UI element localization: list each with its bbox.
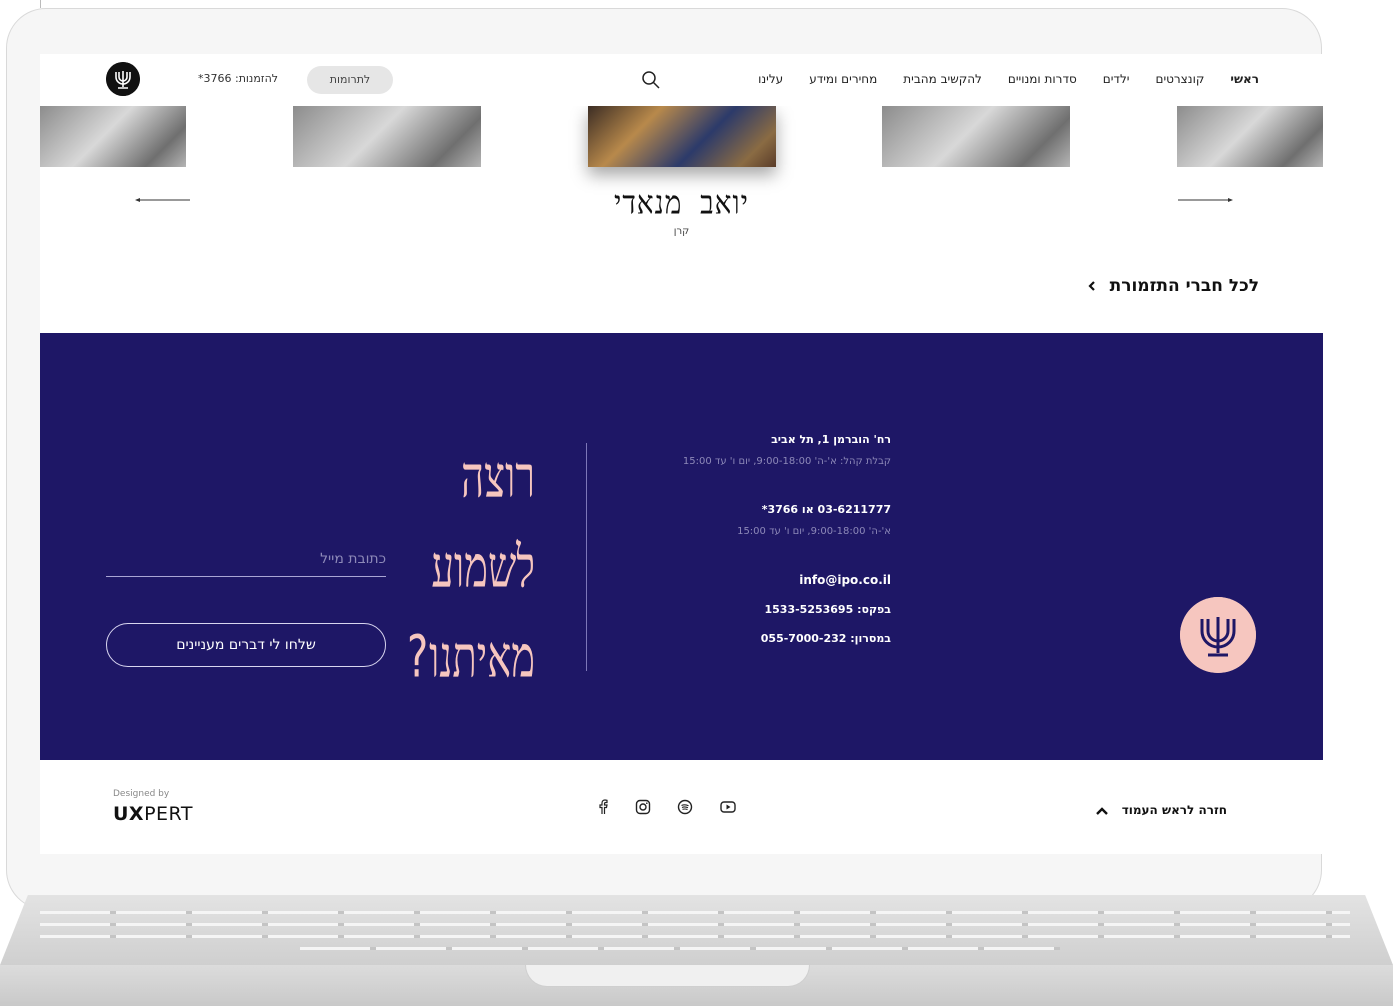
keyboard-keys <box>40 905 1350 955</box>
musician-photo[interactable] <box>293 106 481 167</box>
laptop-keyboard <box>0 895 1393 1006</box>
uxpert-logo[interactable]: UXPERT <box>113 803 193 825</box>
chevron-up-icon <box>1095 806 1108 815</box>
nav-item-kids[interactable]: ילדים <box>1103 72 1130 86</box>
divider <box>586 443 587 671</box>
footer-contact-band: אנחנו כאן כדי להקשיב רח' הוברמן 1, תל אב… <box>40 333 1323 760</box>
nav-item-prices[interactable]: מחירים ומידע <box>809 72 877 86</box>
all-members-label: לכל חברי התזמורת <box>1109 276 1259 296</box>
uxpert-logo-bold: UX <box>113 803 145 825</box>
all-members-link[interactable]: לכל חברי התזמורת <box>1086 276 1259 296</box>
key-row <box>40 911 1350 914</box>
subscribe-button[interactable]: שלחו לי דברים מעניינים <box>106 623 386 667</box>
contact-info: רח' הוברמן 1, תל אביב קבלת קהל: א'-ה' 9:… <box>683 433 891 645</box>
address: רח' הוברמן 1, תל אביב <box>771 433 891 446</box>
menorah-logo-icon[interactable] <box>106 62 140 96</box>
headline-line-2: להקשיב <box>985 403 1002 414</box>
musician-photo[interactable] <box>1177 106 1323 167</box>
newsletter-heading-line: לשמוע <box>431 534 535 602</box>
musician-photo[interactable] <box>40 106 186 167</box>
designed-by-label: Designed by <box>113 789 170 799</box>
donate-button[interactable]: לתרומות <box>307 66 393 94</box>
laptop-mockup: ראשי קונצרטים ילדים סדרות ומנויים להקשיב… <box>0 0 1393 1006</box>
laptop-notch <box>525 965 810 987</box>
musician-photo[interactable] <box>882 106 1070 167</box>
svg-text:להקשיב: להקשיב <box>985 403 1002 414</box>
chevron-left-icon <box>1088 281 1095 291</box>
website-screen: ראשי קונצרטים ילדים סדרות ומנויים להקשיב… <box>40 54 1323 854</box>
musician-name: יואב מנאדי <box>614 183 749 222</box>
main-nav: ראשי קונצרטים ילדים סדרות ומנויים להקשיב… <box>40 54 1323 106</box>
svg-text:אנחנו כאן כדי: אנחנו כאן כדי <box>985 403 999 414</box>
phone-hours: א'-ה' 9:00-18:00, יום ו' עד 15:00 <box>737 526 891 537</box>
nav-item-concerts[interactable]: קונצרטים <box>1155 72 1204 86</box>
musician-instrument: קרן <box>673 226 690 237</box>
youtube-icon[interactable] <box>720 799 736 815</box>
phone[interactable]: 03-6211777 או 3766* <box>683 503 891 516</box>
nav-item-about[interactable]: עלינו <box>758 72 783 86</box>
uxpert-logo-rest: PERT <box>144 803 193 825</box>
nav-item-series[interactable]: סדרות ומנויים <box>1008 72 1077 86</box>
tickets-phone[interactable]: להזמנות: 3766* <box>198 72 278 85</box>
spotify-icon[interactable] <box>677 799 693 815</box>
nav-item-listen-home[interactable]: להקשיב מהבית <box>903 72 982 86</box>
mockup-edge <box>40 0 41 8</box>
back-to-top-label: חזרה לראש העמוד <box>1121 803 1227 817</box>
facebook-icon[interactable] <box>595 799 611 815</box>
back-to-top-link[interactable]: חזרה לראש העמוד <box>1095 803 1227 817</box>
fax: בפקס: 1533-5253695 <box>764 603 891 616</box>
nav-links: ראשי קונצרטים ילדים סדרות ומנויים להקשיב… <box>732 72 1259 86</box>
headline-line-1: אנחנו כאן כדי <box>985 403 999 414</box>
key-row <box>40 935 1350 938</box>
newsletter-heading-line: רוצה <box>461 444 535 512</box>
email-field-underline <box>106 576 386 577</box>
musician-photo-active[interactable] <box>588 106 776 167</box>
email-field[interactable]: כתובת מייל <box>106 551 386 567</box>
key-row <box>300 947 1060 950</box>
newsletter-heading-line: מאיתנו? <box>405 624 535 692</box>
key-row <box>40 923 1350 926</box>
nav-item-home[interactable]: ראשי <box>1230 72 1259 86</box>
menorah-emblem-icon <box>1180 597 1256 673</box>
instagram-icon[interactable] <box>635 799 651 815</box>
address-hours: קבלת קהל: א'-ה' 9:00-18:00, יום ו' עד 15… <box>682 456 891 467</box>
email-link[interactable]: info@ipo.co.il <box>683 573 891 587</box>
sms: במסרון: 055-7000-232 <box>760 632 891 645</box>
search-icon[interactable] <box>641 70 661 90</box>
